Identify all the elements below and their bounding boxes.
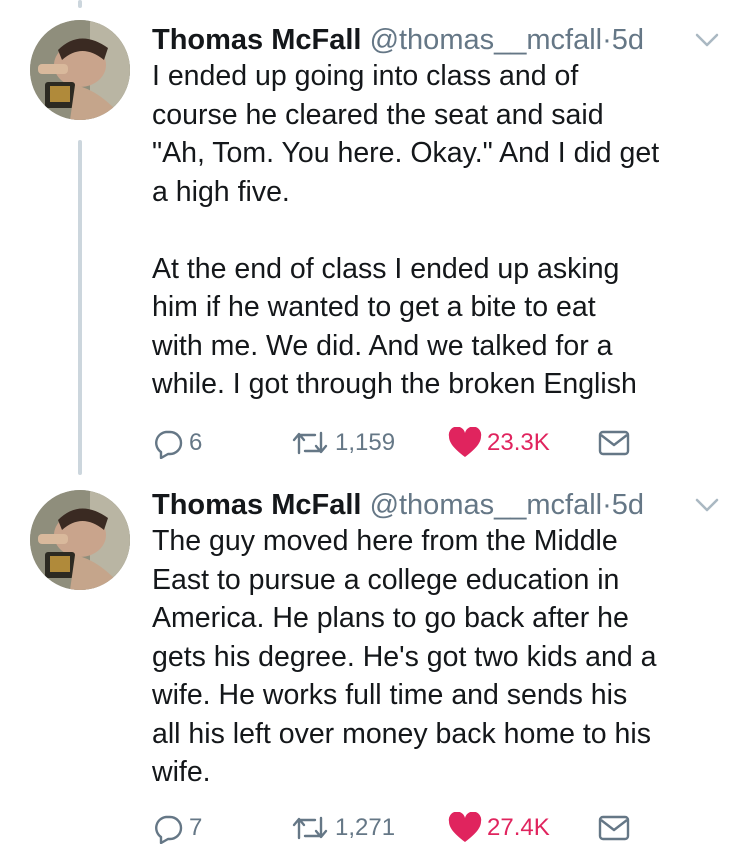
heart-icon xyxy=(448,427,482,457)
reply-icon xyxy=(155,430,183,459)
timestamp[interactable]: 5d xyxy=(612,489,644,521)
tweet-header: Thomas McFall @thomas__mcfall·5d xyxy=(152,485,644,525)
tweet[interactable]: Thomas McFall @thomas__mcfall·5d The guy… xyxy=(0,485,750,856)
reply-button[interactable]: 7 xyxy=(152,810,202,846)
direct-message-button[interactable] xyxy=(598,810,630,846)
author-handle[interactable]: @thomas__mcfall xyxy=(370,24,603,56)
retweet-count: 1,159 xyxy=(335,429,396,456)
thread-line-top xyxy=(78,0,82,8)
retweet-button[interactable]: 1,271 xyxy=(290,810,395,846)
retweet-button[interactable]: 1,159 xyxy=(290,425,395,461)
avatar-photo xyxy=(30,20,130,120)
author-name[interactable]: Thomas McFall xyxy=(152,489,362,521)
tweet[interactable]: Thomas McFall @thomas__mcfall·5d I ended… xyxy=(0,20,750,460)
retweet-icon xyxy=(292,816,328,840)
retweet-icon xyxy=(292,431,328,455)
envelope-icon xyxy=(598,430,630,456)
author-name[interactable]: Thomas McFall xyxy=(152,24,362,56)
like-button[interactable]: 27.4K xyxy=(448,810,550,846)
avatar[interactable] xyxy=(30,20,130,120)
tweet-text: I ended up going into class and of cours… xyxy=(152,60,660,400)
reply-icon xyxy=(155,815,183,844)
avatar[interactable] xyxy=(30,490,130,590)
tweet-text: The guy moved here from the Middle East … xyxy=(152,525,657,788)
separator-dot: · xyxy=(602,489,612,521)
timestamp[interactable]: 5d xyxy=(612,24,644,56)
author-handle[interactable]: @thomas__mcfall xyxy=(370,489,603,521)
direct-message-button[interactable] xyxy=(598,425,630,461)
retweet-count: 1,271 xyxy=(335,814,396,841)
like-button[interactable]: 23.3K xyxy=(448,425,550,461)
reply-button[interactable]: 6 xyxy=(152,425,202,461)
like-count: 23.3K xyxy=(487,429,550,456)
tweet-header: Thomas McFall @thomas__mcfall·5d xyxy=(152,20,644,60)
like-count: 27.4K xyxy=(487,814,550,841)
envelope-icon xyxy=(598,815,630,841)
reply-count: 7 xyxy=(189,814,203,841)
heart-icon xyxy=(448,812,482,842)
chevron-down-icon[interactable] xyxy=(694,30,720,50)
separator-dot: · xyxy=(602,24,612,56)
chevron-down-icon[interactable] xyxy=(694,495,720,515)
reply-count: 6 xyxy=(189,429,203,456)
avatar-photo xyxy=(30,490,130,590)
